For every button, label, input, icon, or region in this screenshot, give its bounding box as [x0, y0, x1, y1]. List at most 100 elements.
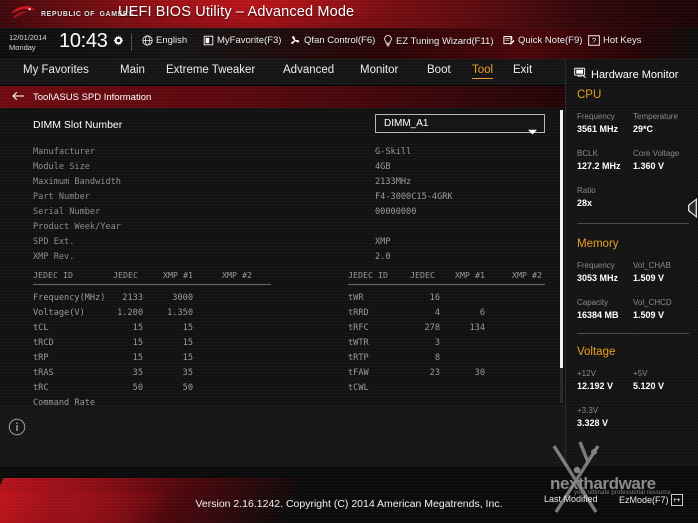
hwmon-section-cpu: CPU	[577, 89, 602, 101]
globe-icon	[142, 35, 153, 46]
hwmon-divider-1	[577, 223, 689, 224]
row-trrd-name: tRRD	[348, 308, 369, 318]
hardware-monitor-label: Hardware Monitor	[591, 68, 679, 81]
tab-monitor[interactable]: Monitor	[360, 64, 398, 78]
row-trp-jedec: 15	[132, 353, 143, 363]
info-circle-icon[interactable]	[8, 418, 26, 441]
qfan-control-button[interactable]: Qfan Control(F6)	[289, 35, 375, 46]
tab-advanced[interactable]: Advanced	[283, 64, 334, 78]
volt-12v-value: 12.192 V	[577, 381, 614, 391]
right-table-rule	[348, 284, 545, 285]
note-icon	[503, 35, 515, 46]
svg-text:?: ?	[592, 36, 596, 45]
mem-vol-chab-label: Vol_CHAB	[633, 261, 671, 270]
cpu-bclk-value: 127.2 MHz	[577, 161, 621, 171]
brand-line-1: REPUBLIC OF	[41, 11, 96, 18]
cpu-temperature-label: Temperature	[633, 112, 678, 121]
ez-mode-button[interactable]: EzMode(F7) ↦	[619, 494, 684, 506]
weekday-text: Monday	[9, 43, 36, 52]
cpu-temperature-value: 29*C	[633, 124, 654, 134]
dimm-slot-value: DIMM_A1	[384, 118, 429, 129]
value-module-size: 4GB	[375, 162, 391, 172]
last-modified-button[interactable]: Last Modified	[544, 494, 598, 504]
right-header-xmp1: XMP #1	[455, 270, 485, 280]
cpu-frequency-value: 3561 MHz	[577, 124, 619, 134]
volt-33v-value: 3.328 V	[577, 418, 609, 428]
tab-exit[interactable]: Exit	[513, 64, 532, 78]
content-scrollbar[interactable]	[560, 110, 563, 403]
value-serial-number: 00000000	[375, 207, 417, 217]
hardware-monitor-sidebar: Hardware Monitor CPU Frequency 3561 MHz …	[565, 59, 698, 466]
cpu-core-voltage-label: Core Voltage	[633, 149, 680, 158]
label-manufacturer: Manufacturer	[33, 147, 96, 157]
row-trcd-name: tRCD	[33, 338, 54, 348]
row-twtr-name: tWTR	[348, 338, 369, 348]
row-trc-jedec: 50	[132, 383, 143, 393]
ez-mode-label: EzMode(F7)	[619, 495, 669, 505]
tab-extreme-tweaker[interactable]: Extreme Tweaker	[166, 64, 255, 78]
date-display: 12/01/2014 Monday	[9, 33, 47, 52]
row-voltage-jedec: 1.200	[117, 308, 143, 318]
mem-capacity-value: 16384 MB	[577, 310, 619, 320]
volt-5v-label: +5V	[633, 369, 648, 378]
myfavorite-button[interactable]: MyFavorite(F3)	[203, 35, 281, 46]
page-title: UEFI BIOS Utility – Advanced Mode	[118, 4, 355, 20]
quick-note-button[interactable]: Quick Note(F9)	[503, 35, 582, 46]
value-part-number: F4-3000C15-4GRK	[375, 192, 453, 202]
dimm-slot-select[interactable]: DIMM_A1	[375, 114, 545, 135]
fan-icon	[289, 35, 301, 46]
hot-keys-label: Hot Keys	[603, 35, 642, 46]
mem-vol-chcd-label: Vol_CHCD	[633, 298, 672, 307]
label-part-number: Part Number	[33, 192, 90, 202]
row-tcl-xmp1: 15	[182, 323, 193, 333]
tab-my-favorites[interactable]: My Favorites	[23, 64, 89, 78]
row-twr-jedec: 16	[429, 293, 440, 303]
date-text: 12/01/2014	[9, 33, 47, 42]
row-trtp-name: tRTP	[348, 353, 369, 363]
left-header-xmp1: XMP #1	[163, 270, 193, 280]
hot-keys-button[interactable]: ? Hot Keys	[588, 35, 642, 46]
mem-frequency-value: 3053 MHz	[577, 273, 619, 283]
volt-33v-label: +3.3V	[577, 406, 599, 415]
expand-arrow-icon[interactable]	[688, 198, 698, 223]
volt-5v-value: 5.120 V	[633, 381, 665, 391]
quick-note-label: Quick Note(F9)	[518, 35, 583, 46]
row-tcl-jedec: 15	[132, 323, 143, 333]
hardware-monitor-title: Hardware Monitor	[574, 67, 678, 82]
myfavorite-label: MyFavorite(F3)	[217, 35, 282, 46]
value-maximum-bandwidth: 2133MHz	[375, 177, 412, 187]
cpu-core-voltage-value: 1.360 V	[633, 161, 665, 171]
gear-icon[interactable]	[113, 33, 124, 51]
left-header-xmp2: XMP #2	[222, 270, 252, 280]
mem-vol-chab-value: 1.509 V	[633, 273, 665, 283]
back-arrow-icon[interactable]	[12, 88, 25, 106]
language-button[interactable]: English	[142, 35, 187, 46]
mem-vol-chcd-value: 1.509 V	[633, 310, 665, 320]
toolbar-divider	[131, 34, 132, 51]
row-tcl-name: tCL	[33, 323, 49, 333]
hwmon-section-memory: Memory	[577, 238, 619, 250]
cpu-ratio-label: Ratio	[577, 186, 596, 195]
mem-capacity-label: Capacity	[577, 298, 609, 307]
tab-tool[interactable]: Tool	[472, 64, 494, 79]
scrollbar-thumb[interactable]	[560, 110, 563, 368]
clock-display: 10:43	[59, 30, 108, 52]
left-header-jedec-id: JEDEC ID	[33, 270, 73, 280]
right-header-jedec: JEDEC	[410, 270, 435, 280]
label-serial-number: Serial Number	[33, 207, 101, 217]
row-trc-name: tRC	[33, 383, 49, 393]
ez-tuning-wizard-button[interactable]: EZ Tuning Wizard(F11)	[383, 35, 494, 47]
row-trfc-xmp1: 134	[469, 323, 485, 333]
hwmon-section-voltage: Voltage	[577, 346, 616, 358]
language-label: English	[156, 35, 188, 46]
breadcrumb-path: Tool\ASUS SPD Information	[33, 91, 152, 103]
row-voltage-xmp1: 1.350	[167, 308, 193, 318]
row-tfaw-name: tFAW	[348, 368, 369, 378]
row-frequency-xmp1: 3000	[172, 293, 193, 303]
right-header-xmp2: XMP #2	[512, 270, 542, 280]
row-tcwl-name: tCWL	[348, 383, 369, 393]
value-spd-ext: XMP	[375, 237, 391, 247]
row-frequency-name: Frequency(MHz)	[33, 293, 106, 303]
tab-boot[interactable]: Boot	[427, 64, 451, 78]
tab-main[interactable]: Main	[120, 64, 145, 78]
